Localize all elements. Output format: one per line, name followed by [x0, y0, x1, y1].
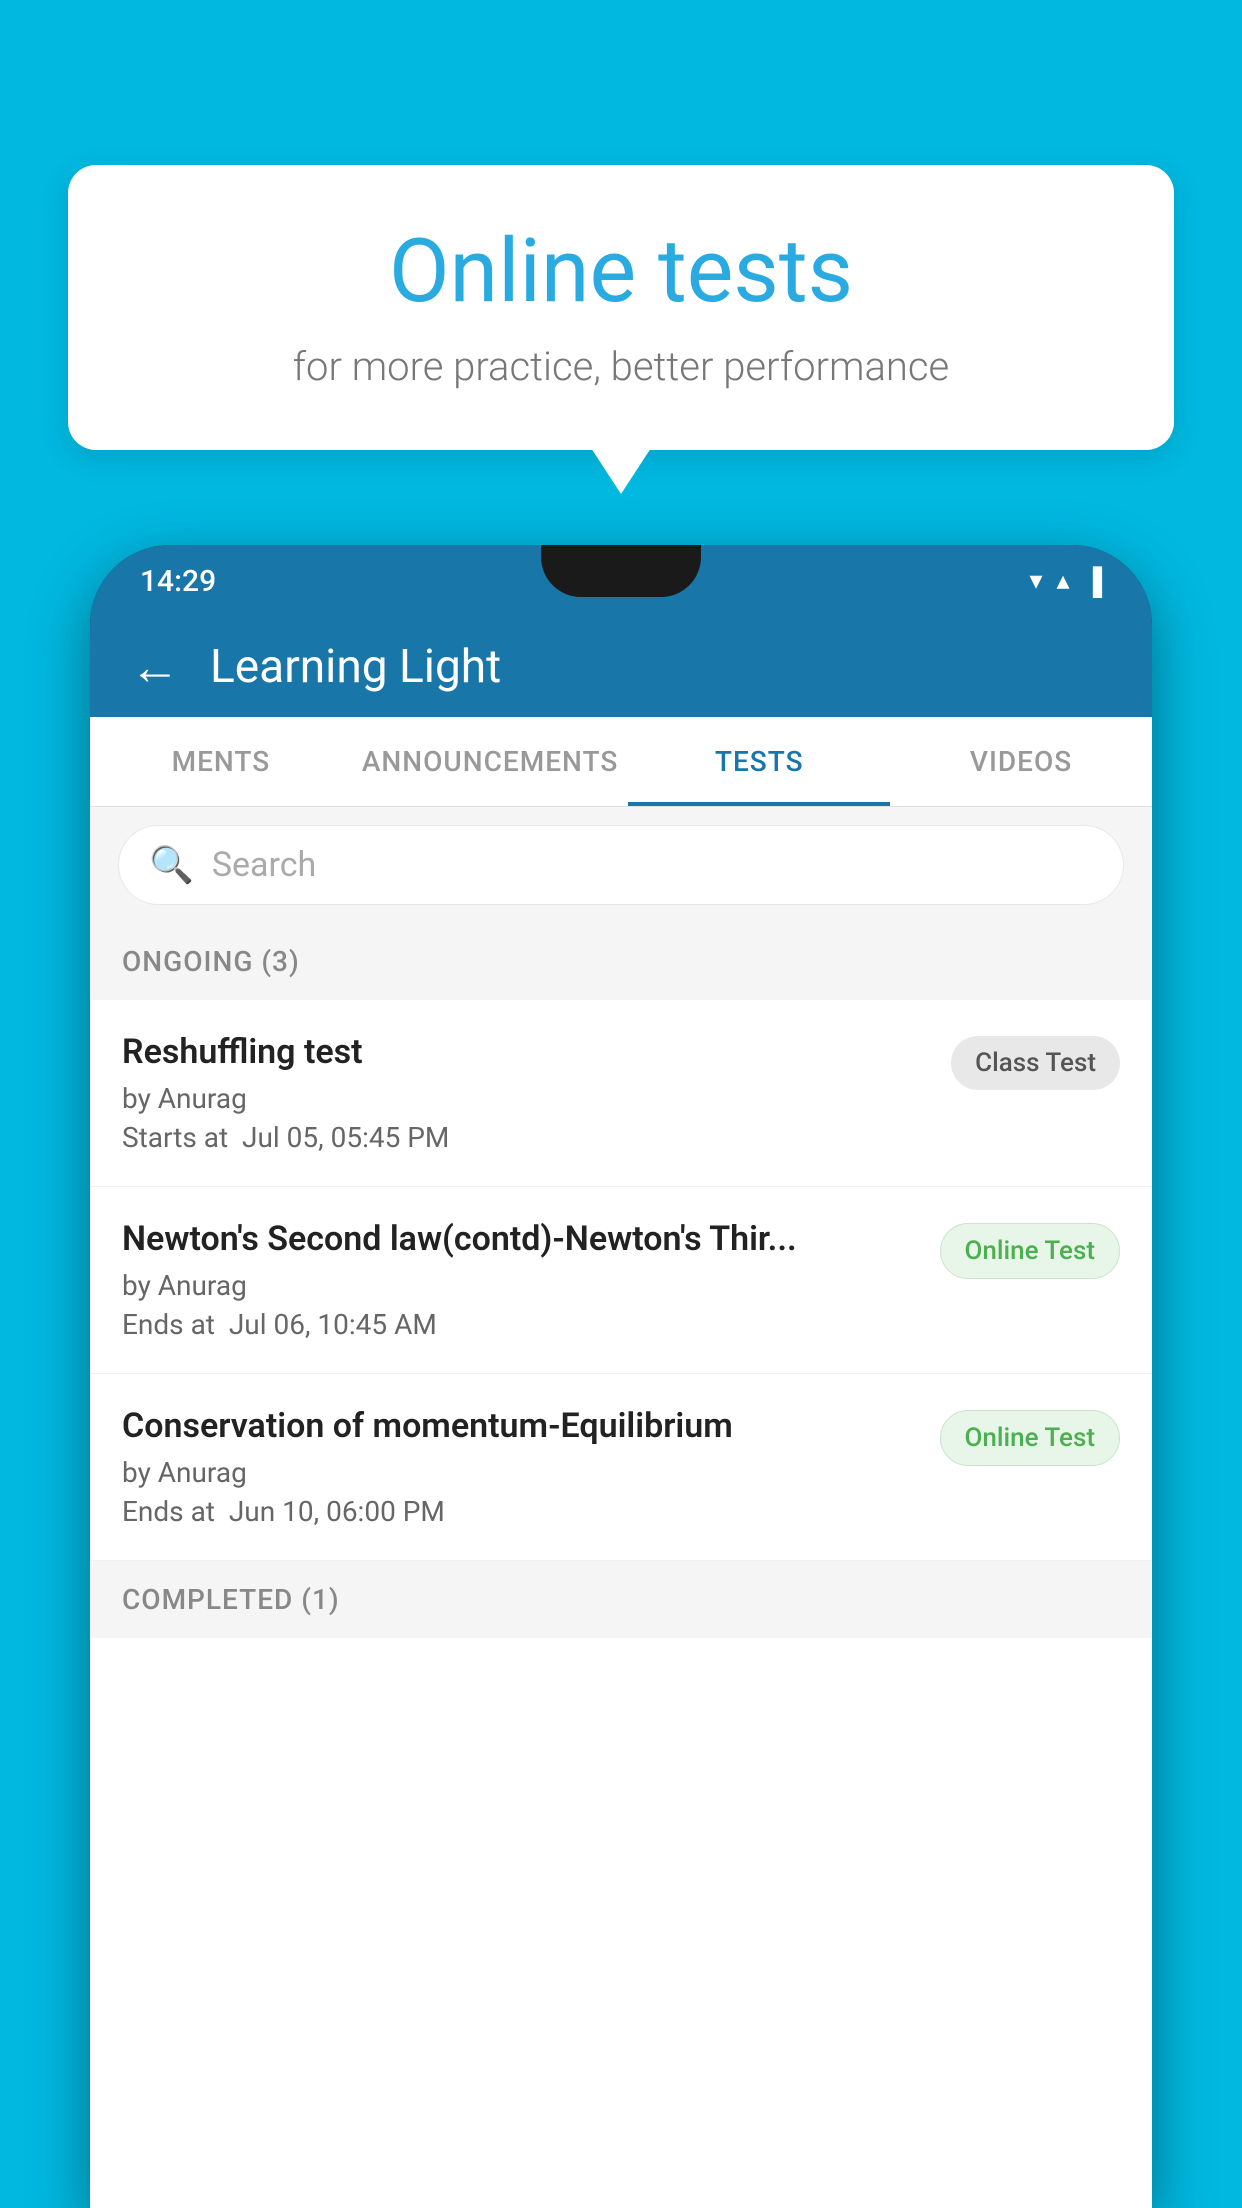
tab-tests[interactable]: TESTS	[628, 717, 890, 806]
test-badge: Online Test	[940, 1223, 1121, 1279]
signal-icon: ▴	[1057, 566, 1070, 596]
app-bar: ← Learning Light	[90, 617, 1152, 717]
back-button[interactable]: ←	[130, 638, 180, 697]
test-item[interactable]: Reshuffling test by Anurag Starts at Jul…	[90, 1000, 1152, 1187]
test-item[interactable]: Newton's Second law(contd)-Newton's Thir…	[90, 1187, 1152, 1374]
status-icons: ▾ ▴ ▐	[1029, 566, 1102, 597]
test-info: Reshuffling test by Anurag Starts at Jul…	[122, 1032, 951, 1154]
tab-bar: MENTS ANNOUNCEMENTS TESTS VIDEOS	[90, 717, 1152, 807]
test-author: by Anurag	[122, 1456, 920, 1489]
test-title: Conservation of momentum-Equilibrium	[122, 1406, 920, 1446]
status-bar: 14:29 ▾ ▴ ▐	[90, 545, 1152, 617]
wifi-icon: ▾	[1029, 566, 1042, 596]
search-container: 🔍 Search	[90, 807, 1152, 923]
test-badge: Online Test	[940, 1410, 1121, 1466]
promo-card: Online tests for more practice, better p…	[68, 165, 1174, 450]
tab-videos[interactable]: VIDEOS	[890, 717, 1152, 806]
app-title: Learning Light	[210, 640, 501, 694]
test-item[interactable]: Conservation of momentum-Equilibrium by …	[90, 1374, 1152, 1561]
phone-notch	[541, 545, 701, 597]
test-title: Reshuffling test	[122, 1032, 931, 1072]
battery-icon: ▐	[1084, 566, 1102, 597]
phone-screen: MENTS ANNOUNCEMENTS TESTS VIDEOS 🔍 Searc…	[90, 717, 1152, 2208]
search-bar[interactable]: 🔍 Search	[118, 825, 1124, 905]
test-info: Conservation of momentum-Equilibrium by …	[122, 1406, 940, 1528]
phone-frame: 14:29 ▾ ▴ ▐ ← Learning Light MENTS ANNOU…	[90, 545, 1152, 2208]
promo-title: Online tests	[128, 220, 1114, 323]
test-info: Newton's Second law(contd)-Newton's Thir…	[122, 1219, 940, 1341]
ongoing-section-header: ONGOING (3)	[90, 923, 1152, 1000]
test-date: Ends at Jul 06, 10:45 AM	[122, 1308, 920, 1341]
status-time: 14:29	[140, 564, 216, 599]
search-icon: 🔍	[149, 844, 194, 886]
test-date: Starts at Jul 05, 05:45 PM	[122, 1121, 931, 1154]
tab-announcements[interactable]: ANNOUNCEMENTS	[352, 717, 628, 806]
test-title: Newton's Second law(contd)-Newton's Thir…	[122, 1219, 920, 1259]
test-badge: Class Test	[951, 1036, 1120, 1090]
test-author: by Anurag	[122, 1269, 920, 1302]
test-author: by Anurag	[122, 1082, 931, 1115]
completed-section-header: COMPLETED (1)	[90, 1561, 1152, 1638]
tab-ments[interactable]: MENTS	[90, 717, 352, 806]
promo-subtitle: for more practice, better performance	[128, 343, 1114, 390]
test-date: Ends at Jun 10, 06:00 PM	[122, 1495, 920, 1528]
search-input[interactable]: Search	[212, 845, 316, 885]
